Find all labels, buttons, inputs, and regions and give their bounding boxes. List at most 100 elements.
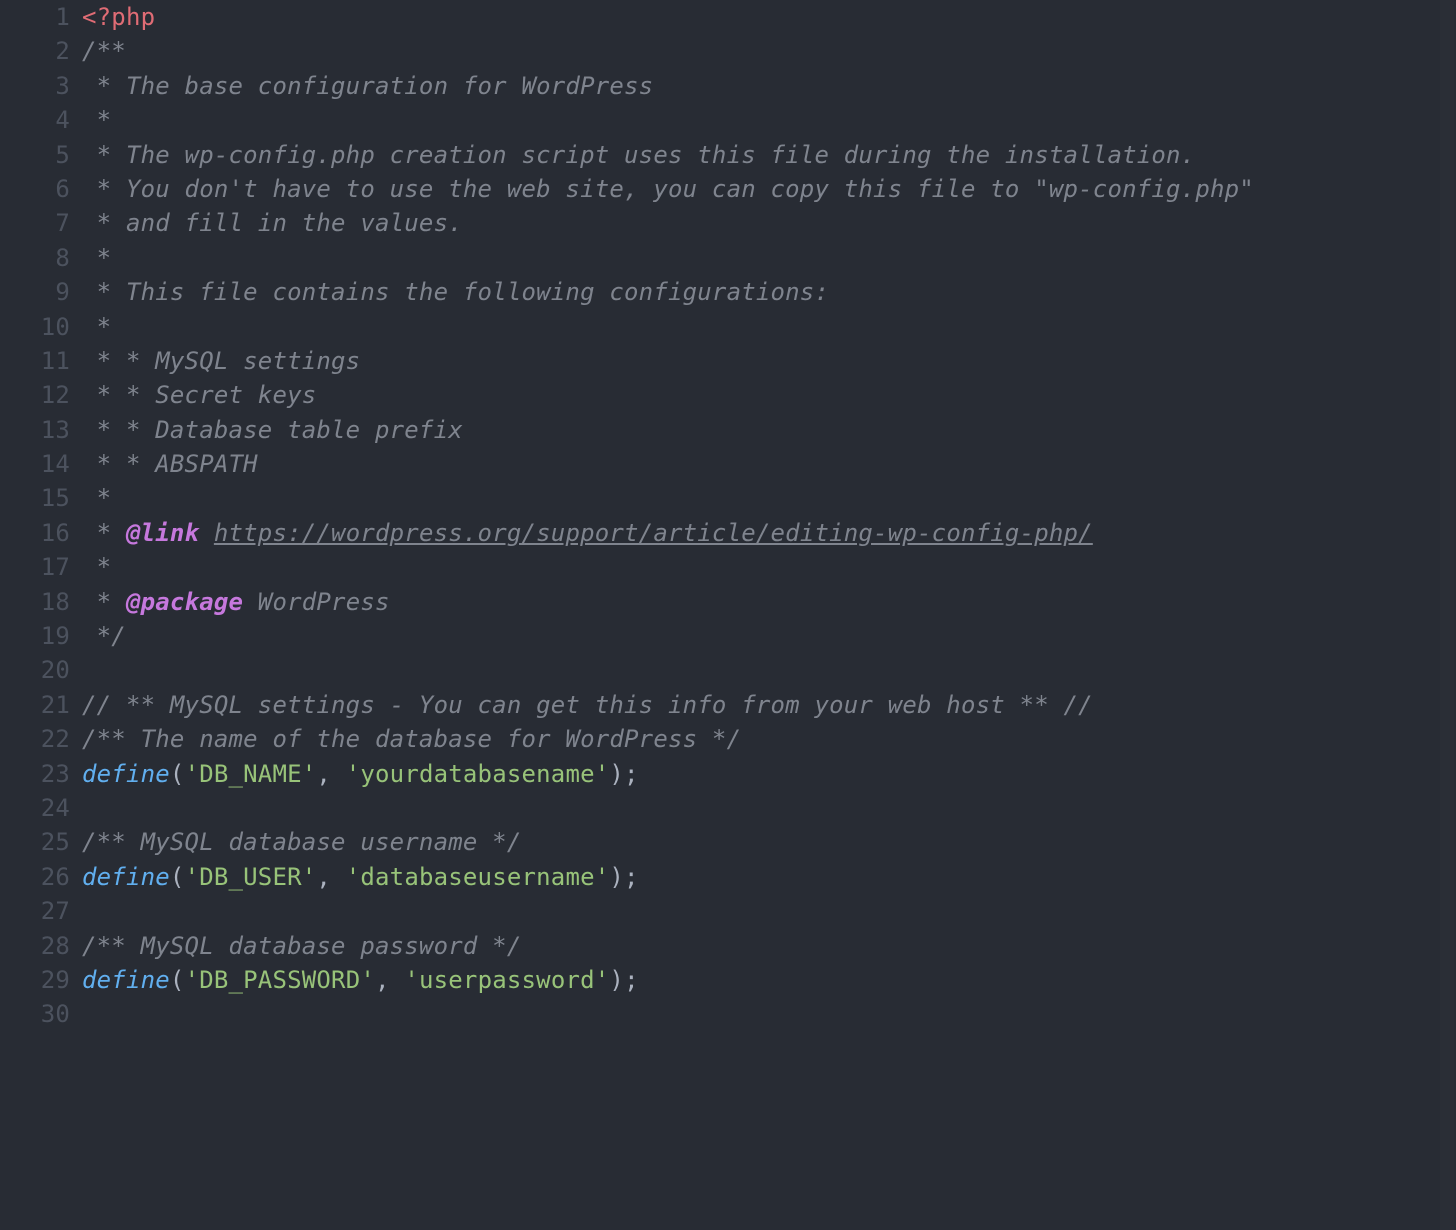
code-line[interactable]: define('DB_USER', 'databaseusername'); bbox=[82, 860, 1456, 894]
code-token: , bbox=[316, 760, 345, 788]
line-number: 22 bbox=[0, 722, 70, 756]
code-token: 'DB_USER' bbox=[185, 863, 317, 891]
code-line[interactable]: * @link https://wordpress.org/support/ar… bbox=[82, 516, 1456, 550]
code-token: , bbox=[316, 863, 345, 891]
line-number: 14 bbox=[0, 447, 70, 481]
code-token: * bbox=[82, 588, 126, 616]
line-number: 12 bbox=[0, 378, 70, 412]
code-token: * * Secret keys bbox=[82, 381, 316, 409]
code-line[interactable]: * and fill in the values. bbox=[82, 206, 1456, 240]
code-line[interactable]: * @package WordPress bbox=[82, 585, 1456, 619]
code-line[interactable]: * * MySQL settings bbox=[82, 344, 1456, 378]
code-line[interactable]: /** bbox=[82, 34, 1456, 68]
scrollbar[interactable] bbox=[1440, 0, 1454, 1230]
code-token: 'databaseusername' bbox=[346, 863, 610, 891]
line-number: 18 bbox=[0, 585, 70, 619]
code-area[interactable]: <?php /** * The base configuration for Wo… bbox=[82, 0, 1456, 1032]
code-token: * bbox=[82, 484, 111, 512]
code-token: // ** MySQL settings - You can get this … bbox=[82, 691, 1093, 719]
code-line[interactable]: * You don't have to use the web site, yo… bbox=[82, 172, 1456, 206]
code-token: ); bbox=[609, 760, 638, 788]
code-line[interactable]: /** MySQL database username */ bbox=[82, 825, 1456, 859]
line-number: 10 bbox=[0, 310, 70, 344]
code-line[interactable]: * bbox=[82, 310, 1456, 344]
line-number: 9 bbox=[0, 275, 70, 309]
code-token: * bbox=[82, 313, 111, 341]
line-number-gutter: 1234567891011121314151617181920212223242… bbox=[0, 0, 70, 1032]
code-line[interactable]: /** MySQL database password */ bbox=[82, 929, 1456, 963]
code-line[interactable] bbox=[82, 997, 1456, 1031]
line-number: 11 bbox=[0, 344, 70, 378]
code-token: https://wordpress.org/support/article/ed… bbox=[214, 519, 1093, 547]
code-token: * You don't have to use the web site, yo… bbox=[82, 175, 1254, 203]
code-line[interactable]: * bbox=[82, 241, 1456, 275]
code-token: define bbox=[82, 966, 170, 994]
line-number: 4 bbox=[0, 103, 70, 137]
code-line[interactable]: define('DB_PASSWORD', 'userpassword'); bbox=[82, 963, 1456, 997]
code-line[interactable]: * bbox=[82, 481, 1456, 515]
line-number: 19 bbox=[0, 619, 70, 653]
code-token: 'DB_NAME' bbox=[185, 760, 317, 788]
code-line[interactable]: * bbox=[82, 103, 1456, 137]
line-number: 21 bbox=[0, 688, 70, 722]
code-line[interactable]: <?php bbox=[82, 0, 1456, 34]
code-line[interactable]: // ** MySQL settings - You can get this … bbox=[82, 688, 1456, 722]
line-number: 30 bbox=[0, 997, 70, 1031]
code-token: * * Database table prefix bbox=[82, 416, 463, 444]
line-number: 27 bbox=[0, 894, 70, 928]
code-token: * This file contains the following confi… bbox=[82, 278, 829, 306]
code-line[interactable]: /** The name of the database for WordPre… bbox=[82, 722, 1456, 756]
line-number: 29 bbox=[0, 963, 70, 997]
code-token: * bbox=[82, 106, 111, 134]
code-token: */ bbox=[82, 622, 126, 650]
code-line[interactable]: * * ABSPATH bbox=[82, 447, 1456, 481]
code-token bbox=[199, 519, 214, 547]
line-number: 25 bbox=[0, 825, 70, 859]
line-number: 1 bbox=[0, 0, 70, 34]
code-token: /** MySQL database username */ bbox=[82, 828, 521, 856]
code-token: define bbox=[82, 863, 170, 891]
code-token: * bbox=[82, 244, 111, 272]
line-number: 8 bbox=[0, 241, 70, 275]
line-number: 20 bbox=[0, 653, 70, 687]
line-number: 23 bbox=[0, 757, 70, 791]
code-token: @package bbox=[126, 588, 243, 616]
code-line[interactable] bbox=[82, 653, 1456, 687]
line-number: 6 bbox=[0, 172, 70, 206]
line-number: 5 bbox=[0, 138, 70, 172]
code-line[interactable]: * * Secret keys bbox=[82, 378, 1456, 412]
code-line[interactable]: * * Database table prefix bbox=[82, 413, 1456, 447]
code-token: ( bbox=[170, 966, 185, 994]
line-number: 15 bbox=[0, 481, 70, 515]
code-line[interactable]: * This file contains the following confi… bbox=[82, 275, 1456, 309]
code-line[interactable]: * The wp-config.php creation script uses… bbox=[82, 138, 1456, 172]
code-line[interactable]: * The base configuration for WordPress bbox=[82, 69, 1456, 103]
code-line[interactable] bbox=[82, 791, 1456, 825]
code-token: 'yourdatabasename' bbox=[346, 760, 610, 788]
code-line[interactable]: */ bbox=[82, 619, 1456, 653]
code-token: @link bbox=[126, 519, 199, 547]
line-number: 26 bbox=[0, 860, 70, 894]
code-token: WordPress bbox=[243, 588, 390, 616]
code-token: * The wp-config.php creation script uses… bbox=[82, 141, 1195, 169]
code-token: ( bbox=[170, 760, 185, 788]
code-token: * bbox=[82, 553, 111, 581]
code-token: 'DB_PASSWORD' bbox=[185, 966, 375, 994]
line-number: 28 bbox=[0, 929, 70, 963]
code-token: * bbox=[82, 519, 126, 547]
code-line[interactable] bbox=[82, 894, 1456, 928]
code-token: define bbox=[82, 760, 170, 788]
line-number: 7 bbox=[0, 206, 70, 240]
code-token: * * MySQL settings bbox=[82, 347, 360, 375]
line-number: 13 bbox=[0, 413, 70, 447]
code-token: <?php bbox=[82, 3, 155, 31]
line-number: 3 bbox=[0, 69, 70, 103]
line-number: 2 bbox=[0, 34, 70, 68]
code-editor[interactable]: 1234567891011121314151617181920212223242… bbox=[0, 0, 1456, 138]
code-token: ); bbox=[609, 966, 638, 994]
code-line[interactable]: define('DB_NAME', 'yourdatabasename'); bbox=[82, 757, 1456, 791]
line-number: 16 bbox=[0, 516, 70, 550]
code-token: ); bbox=[609, 863, 638, 891]
code-token: , bbox=[375, 966, 404, 994]
code-line[interactable]: * bbox=[82, 550, 1456, 584]
